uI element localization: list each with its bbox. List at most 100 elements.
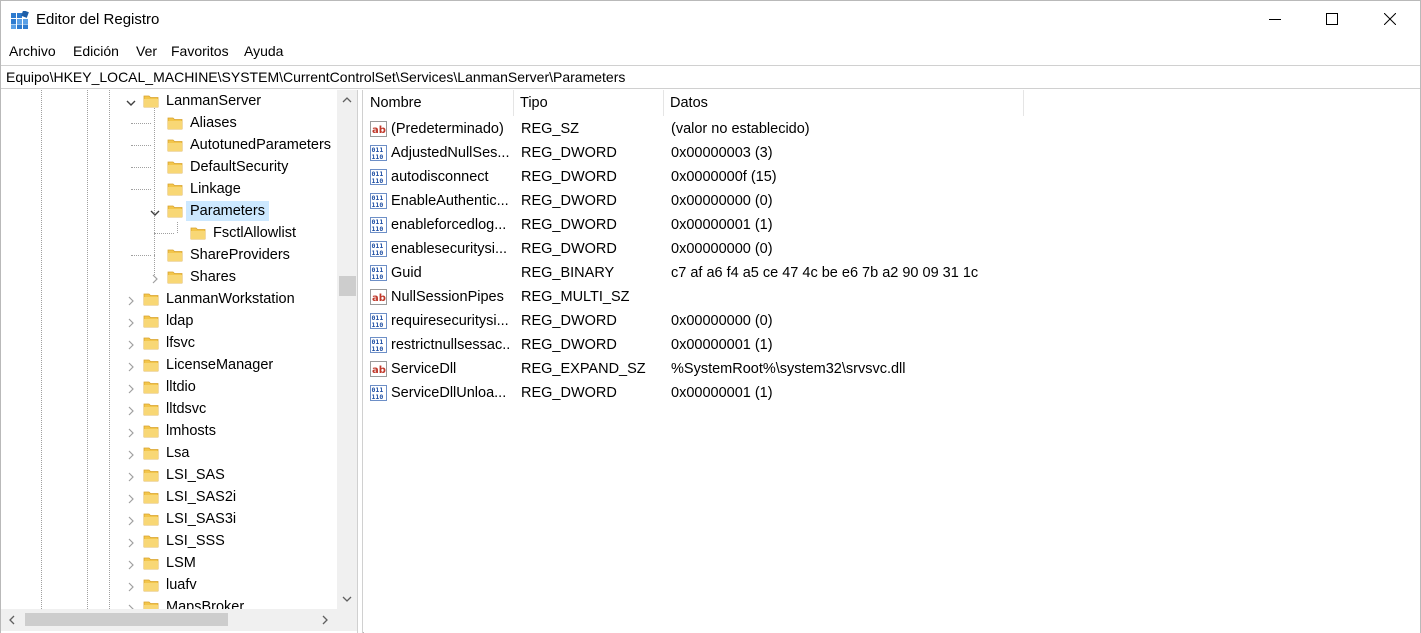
menu-archivo[interactable]: Archivo bbox=[9, 43, 56, 59]
tree-node[interactable]: Lsa bbox=[1, 442, 336, 464]
tree-node[interactable]: LSI_SAS3i bbox=[1, 508, 336, 530]
tree-node-label[interactable]: ldap bbox=[162, 311, 197, 331]
tree-node[interactable]: AutotunedParameters bbox=[1, 134, 336, 156]
vertical-scroll-thumb[interactable] bbox=[339, 276, 356, 296]
value-row[interactable]: 011 110 EnableAuthentic... REG_DWORD 0x00000… bbox=[364, 189, 1420, 213]
tree-node[interactable]: luafv bbox=[1, 574, 336, 596]
chevron-right-icon[interactable] bbox=[126, 315, 136, 328]
tree-node-label[interactable]: Linkage bbox=[186, 179, 245, 199]
tree-node-label[interactable]: FsctlAllowlist bbox=[209, 223, 300, 243]
value-row[interactable]: ab NullSessionPipes REG_MULTI_SZ bbox=[364, 285, 1420, 309]
chevron-right-icon[interactable] bbox=[126, 601, 136, 609]
column-header-nombre[interactable]: Nombre bbox=[364, 90, 514, 116]
tree-node-label[interactable]: lltdio bbox=[162, 377, 200, 397]
value-row[interactable]: 011 110 AdjustedNullSes... REG_DWORD 0x00000… bbox=[364, 141, 1420, 165]
chevron-right-icon[interactable] bbox=[150, 271, 160, 284]
tree-node[interactable]: LanmanServer bbox=[1, 90, 336, 112]
chevron-right-icon[interactable] bbox=[126, 337, 136, 350]
tree-node-label[interactable]: MapsBroker bbox=[162, 597, 248, 609]
pane-splitter[interactable] bbox=[358, 90, 363, 633]
tree-node[interactable]: LSI_SAS2i bbox=[1, 486, 336, 508]
column-header-tipo[interactable]: Tipo bbox=[514, 90, 664, 116]
maximize-button[interactable] bbox=[1303, 1, 1361, 39]
value-row[interactable]: 011 110 enablesecuritysi... REG_DWORD 0x0000… bbox=[364, 237, 1420, 261]
tree-node[interactable]: DefaultSecurity bbox=[1, 156, 336, 178]
tree-node-label[interactable]: lltdsvc bbox=[162, 399, 210, 419]
tree-horizontal-scrollbar[interactable] bbox=[1, 609, 337, 631]
tree-node[interactable]: LicenseManager bbox=[1, 354, 336, 376]
menu-favoritos[interactable]: Favoritos bbox=[171, 43, 229, 59]
chevron-right-icon[interactable] bbox=[126, 579, 136, 592]
tree-node-label[interactable]: LicenseManager bbox=[162, 355, 277, 375]
tree-node-label[interactable]: DefaultSecurity bbox=[186, 157, 292, 177]
tree-node-label[interactable]: Parameters bbox=[186, 201, 269, 221]
address-bar[interactable]: Equipo\HKEY_LOCAL_MACHINE\SYSTEM\Current… bbox=[1, 65, 1420, 89]
menu-ayuda[interactable]: Ayuda bbox=[244, 43, 283, 59]
scroll-right-icon[interactable] bbox=[318, 613, 332, 627]
scroll-left-icon[interactable] bbox=[5, 613, 19, 627]
value-row[interactable]: 011 110 Guid REG_BINARY c7 af a6 f4 a5 ce 47… bbox=[364, 261, 1420, 285]
menu-edicion[interactable]: Edición bbox=[73, 43, 119, 59]
scroll-up-icon[interactable] bbox=[340, 93, 354, 107]
tree-node[interactable]: ldap bbox=[1, 310, 336, 332]
tree-node-label[interactable]: lmhosts bbox=[162, 421, 220, 441]
value-row[interactable]: ab (Predeterminado) REG_SZ (valor no establ… bbox=[364, 117, 1420, 141]
tree-node[interactable]: Shares bbox=[1, 266, 336, 288]
tree-node-label[interactable]: Lsa bbox=[162, 443, 193, 463]
tree-node-label[interactable]: LSI_SSS bbox=[162, 531, 229, 551]
tree-node-label[interactable]: ShareProviders bbox=[186, 245, 294, 265]
tree-node[interactable]: LSI_SSS bbox=[1, 530, 336, 552]
tree-node[interactable]: lltdsvc bbox=[1, 398, 336, 420]
value-row[interactable]: 011 110 enableforcedlog... REG_DWORD 0x00000… bbox=[364, 213, 1420, 237]
chevron-right-icon[interactable] bbox=[126, 447, 136, 460]
tree-node[interactable]: Parameters bbox=[1, 200, 336, 222]
tree-node-label[interactable]: Shares bbox=[186, 267, 240, 287]
tree-node[interactable]: lmhosts bbox=[1, 420, 336, 442]
tree-node-label[interactable]: luafv bbox=[162, 575, 201, 595]
scroll-down-icon[interactable] bbox=[340, 592, 354, 606]
chevron-right-icon[interactable] bbox=[126, 513, 136, 526]
tree-node-label[interactable]: LSI_SAS3i bbox=[162, 509, 240, 529]
chevron-right-icon[interactable] bbox=[126, 535, 136, 548]
tree-node[interactable]: LanmanWorkstation bbox=[1, 288, 336, 310]
tree-node[interactable]: ShareProviders bbox=[1, 244, 336, 266]
value-row[interactable]: ab ServiceDll REG_EXPAND_SZ %SystemRoot%\sy… bbox=[364, 357, 1420, 381]
close-button[interactable] bbox=[1361, 1, 1419, 39]
address-path[interactable]: Equipo\HKEY_LOCAL_MACHINE\SYSTEM\Current… bbox=[6, 69, 625, 85]
tree-node-label[interactable]: LanmanServer bbox=[162, 91, 265, 111]
tree-node-label[interactable]: LSI_SAS bbox=[162, 465, 229, 485]
chevron-down-icon[interactable] bbox=[126, 95, 136, 106]
tree-node[interactable]: LSM bbox=[1, 552, 336, 574]
chevron-right-icon[interactable] bbox=[126, 425, 136, 438]
tree-node[interactable]: lltdio bbox=[1, 376, 336, 398]
tree-node[interactable]: LSI_SAS bbox=[1, 464, 336, 486]
chevron-right-icon[interactable] bbox=[126, 557, 136, 570]
chevron-down-icon[interactable] bbox=[150, 205, 160, 216]
tree-node-label[interactable]: AutotunedParameters bbox=[186, 135, 335, 155]
chevron-right-icon[interactable] bbox=[126, 293, 136, 306]
chevron-right-icon[interactable] bbox=[126, 381, 136, 394]
tree-node-label[interactable]: LSM bbox=[162, 553, 200, 573]
tree-node-label[interactable]: LSI_SAS2i bbox=[162, 487, 240, 507]
chevron-right-icon[interactable] bbox=[126, 491, 136, 504]
tree-node-label[interactable]: lfsvc bbox=[162, 333, 199, 353]
tree-node[interactable]: Aliases bbox=[1, 112, 336, 134]
tree-node-label[interactable]: Aliases bbox=[186, 113, 241, 133]
chevron-right-icon[interactable] bbox=[126, 359, 136, 372]
value-row[interactable]: 011 110 restrictnullsessac... REG_DWORD 0x00… bbox=[364, 333, 1420, 357]
horizontal-scroll-thumb[interactable] bbox=[25, 613, 228, 626]
title-bar[interactable]: Editor del Registro bbox=[1, 1, 1420, 39]
column-header-datos[interactable]: Datos bbox=[664, 90, 1024, 116]
tree-node[interactable]: FsctlAllowlist bbox=[1, 222, 336, 244]
chevron-right-icon[interactable] bbox=[126, 469, 136, 482]
value-row[interactable]: 011 110 autodisconnect REG_DWORD 0x0000000f … bbox=[364, 165, 1420, 189]
value-row[interactable]: 011 110 ServiceDllUnloa... REG_DWORD 0x00000… bbox=[364, 381, 1420, 405]
tree-vertical-scrollbar[interactable] bbox=[337, 90, 357, 609]
tree-node[interactable]: Linkage bbox=[1, 178, 336, 200]
menu-ver[interactable]: Ver bbox=[136, 43, 157, 59]
tree-node[interactable]: lfsvc bbox=[1, 332, 336, 354]
value-row[interactable]: 011 110 requiresecuritysi... REG_DWORD 0x000… bbox=[364, 309, 1420, 333]
minimize-button[interactable] bbox=[1246, 1, 1304, 39]
tree-node-label[interactable]: LanmanWorkstation bbox=[162, 289, 299, 309]
chevron-right-icon[interactable] bbox=[126, 403, 136, 416]
